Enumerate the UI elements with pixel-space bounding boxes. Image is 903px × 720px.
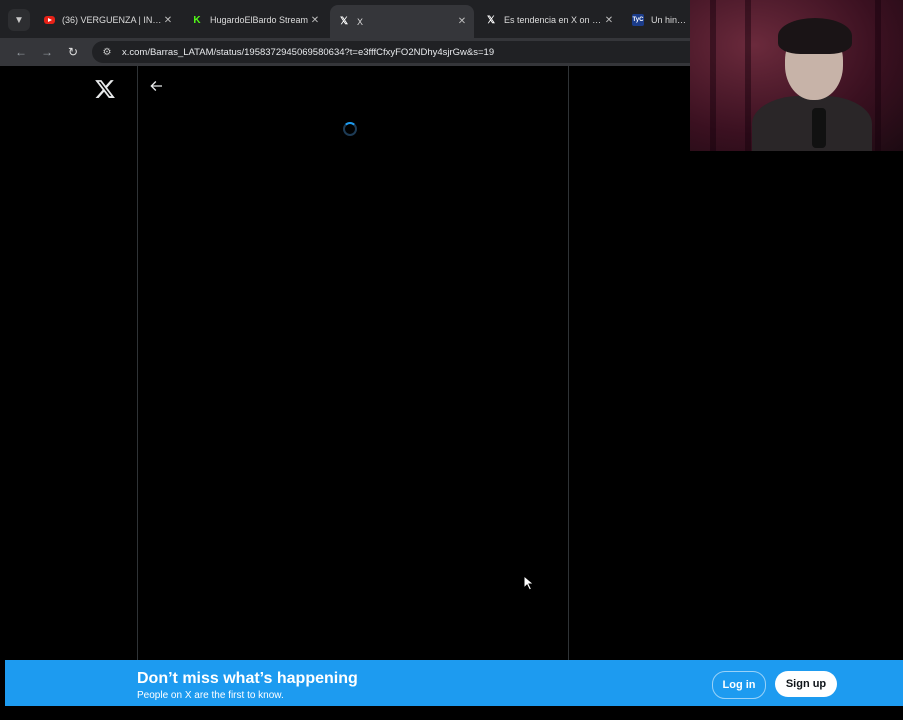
column-divider <box>568 66 569 660</box>
arrow-right-icon: → <box>41 45 53 59</box>
tab-title: (36) VERGUENZA | INDEP <box>62 15 162 25</box>
forward-button[interactable]: → <box>38 43 56 61</box>
tab-title: Es tendencia en X on X: " <box>504 15 603 25</box>
curtain-fold <box>710 0 716 151</box>
signup-banner: Don’t miss what’s happening People on X … <box>5 660 903 706</box>
microphone <box>812 108 826 148</box>
browser-tab-tyc[interactable]: TyC Un hincha d <box>624 7 690 33</box>
browser-tab-x-trending[interactable]: 𝕏 Es tendencia en X on X: " ✕ <box>477 7 621 33</box>
chevron-down-icon: ▼ <box>14 14 24 26</box>
kick-icon: K <box>193 14 201 26</box>
streamer-hair <box>778 18 852 54</box>
x-icon: 𝕏 <box>339 16 349 27</box>
x-icon: 𝕏 <box>486 14 496 26</box>
close-icon[interactable]: ✕ <box>309 15 321 26</box>
curtain-fold <box>875 0 881 151</box>
screen: ▼ (36) VERGUENZA | INDEP ✕ K HugardoElBa… <box>0 0 903 720</box>
banner-title: Don’t miss what’s happening <box>137 670 358 687</box>
mouse-pointer-icon <box>523 575 535 591</box>
tab-title: HugardoElBardo Stream <box>210 15 309 25</box>
signup-button[interactable]: Sign up <box>775 671 837 697</box>
column-divider <box>137 66 138 660</box>
x-logo-icon[interactable] <box>94 78 116 100</box>
close-icon[interactable]: ✕ <box>162 15 174 26</box>
arrow-left-icon: ← <box>15 45 27 59</box>
reload-button[interactable]: ↻ <box>64 43 82 61</box>
site-settings-icon[interactable]: ⚙ <box>100 47 114 58</box>
tab-search-dropdown[interactable]: ▼ <box>8 9 30 31</box>
back-button[interactable]: ← <box>12 43 30 61</box>
close-icon[interactable]: ✕ <box>456 16 468 27</box>
url-text: x.com/Barras_LATAM/status/19583729450695… <box>122 46 495 58</box>
back-arrow-icon[interactable] <box>148 78 164 94</box>
login-button[interactable]: Log in <box>712 671 766 699</box>
x-page <box>0 66 903 660</box>
browser-tab-youtube[interactable]: (36) VERGUENZA | INDEP ✕ <box>36 7 180 33</box>
tab-title: Un hincha d <box>651 15 690 25</box>
tyc-icon: TyC <box>632 14 644 26</box>
youtube-icon <box>44 16 55 24</box>
loading-spinner-icon <box>343 122 357 136</box>
browser-tab-kick[interactable]: K HugardoElBardo Stream ✕ <box>183 7 327 33</box>
webcam-overlay <box>690 0 903 151</box>
address-bar[interactable]: ⚙ x.com/Barras_LATAM/status/195837294506… <box>92 41 712 63</box>
banner-subtitle: People on X are the first to know. <box>137 690 284 701</box>
bottom-strip <box>0 706 903 720</box>
curtain-fold <box>745 0 751 151</box>
reload-icon: ↻ <box>67 45 79 59</box>
close-icon[interactable]: ✕ <box>603 15 615 26</box>
tab-title: X <box>357 16 364 27</box>
browser-tab-x-active[interactable]: 𝕏 X ✕ <box>330 5 474 38</box>
